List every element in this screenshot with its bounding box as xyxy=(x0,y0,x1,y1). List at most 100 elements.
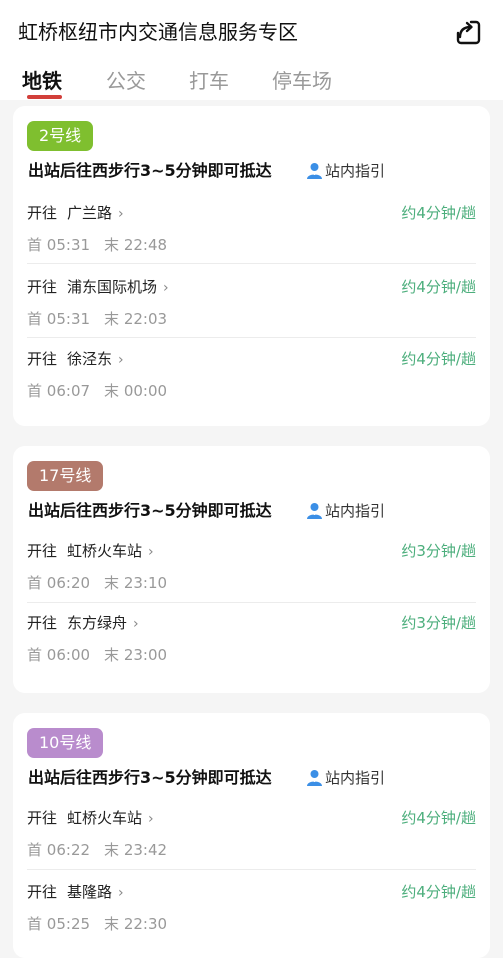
direction-prefix: 开往 xyxy=(27,809,58,827)
destination-name: 虹桥火车站 xyxy=(67,809,143,827)
first-train-label: 首 xyxy=(27,646,43,664)
last-train-label: 末 xyxy=(104,646,120,664)
destination-name: 虹桥火车站 xyxy=(67,542,143,560)
chevron-right-icon: › xyxy=(148,811,154,827)
last-train-time: 23:42 xyxy=(123,841,168,859)
first-train-time: 05:31 xyxy=(46,310,91,328)
row-divider xyxy=(27,263,476,264)
destination-link[interactable]: 开往 浦东国际机场 › xyxy=(27,276,169,299)
frequency-text: 约4分钟/趟 xyxy=(401,350,476,368)
last-train-time: 23:00 xyxy=(123,646,168,664)
service-hours: 首 05:31 末 22:03 xyxy=(27,308,167,330)
person-location-icon xyxy=(307,163,322,179)
destination-name: 基隆路 xyxy=(67,883,113,901)
last-train-label: 末 xyxy=(104,841,120,859)
last-train-time: 00:00 xyxy=(123,382,168,400)
share-icon[interactable] xyxy=(455,19,481,45)
station-guide-link[interactable]: 站内指引 xyxy=(305,159,385,183)
first-train-time: 05:25 xyxy=(46,915,91,933)
train-row: 开往 徐泾东 › 约4分钟/趟 首 06:07 末 00:00 xyxy=(13,348,490,420)
first-train-label: 首 xyxy=(27,574,43,592)
page-title: 虹桥枢纽市内交通信息服务专区 xyxy=(18,20,298,44)
chevron-right-icon: › xyxy=(133,616,139,632)
tab-bar: 地铁 公交 打车 停车场 xyxy=(0,66,503,100)
chevron-right-icon: › xyxy=(148,544,154,560)
frequency-text: 约3分钟/趟 xyxy=(401,614,476,632)
station-guide-link[interactable]: 站内指引 xyxy=(305,766,385,790)
first-train-time: 06:22 xyxy=(46,841,91,859)
line-badge: 17号线 xyxy=(27,461,104,491)
frequency-text: 约4分钟/趟 xyxy=(401,278,476,296)
last-train-label: 末 xyxy=(104,915,120,933)
direction-prefix: 开往 xyxy=(27,350,58,368)
tab-taxi[interactable]: 打车 xyxy=(189,66,229,96)
first-train-label: 首 xyxy=(27,310,43,328)
line-badge: 10号线 xyxy=(27,728,104,758)
last-train-label: 末 xyxy=(104,236,120,254)
first-train-label: 首 xyxy=(27,382,43,400)
station-guide-label: 站内指引 xyxy=(325,502,386,520)
destination-link[interactable]: 开往 基隆路 › xyxy=(27,881,124,904)
person-location-icon xyxy=(307,503,322,519)
last-train-time: 23:10 xyxy=(123,574,168,592)
tab-subway[interactable]: 地铁 xyxy=(22,66,62,96)
service-hours: 首 06:00 末 23:00 xyxy=(27,644,167,666)
chevron-right-icon: › xyxy=(163,280,169,296)
metro-line-card-17: 17号线 出站后往西步行3~5分钟即可抵达 站内指引 开往 虹桥火车站 › 约3分钟… xyxy=(13,446,490,693)
destination-link[interactable]: 开往 东方绿舟 › xyxy=(27,612,139,635)
metro-line-card-2: 2号线 出站后往西步行3~5分钟即可抵达 站内指引 开往 广兰路 › 约4分钟/趟 … xyxy=(13,106,490,426)
chevron-right-icon: › xyxy=(118,352,124,368)
destination-name: 东方绿舟 xyxy=(67,614,128,632)
destination-link[interactable]: 开往 广兰路 › xyxy=(27,202,124,225)
destination-link[interactable]: 开往 徐泾东 › xyxy=(27,348,124,371)
train-row: 开往 基隆路 › 约4分钟/趟 首 05:25 末 22:30 xyxy=(13,881,490,953)
first-train-label: 首 xyxy=(27,236,43,254)
destination-name: 徐泾东 xyxy=(67,350,113,368)
train-row: 开往 东方绿舟 › 约3分钟/趟 首 06:00 末 23:00 xyxy=(13,612,490,684)
destination-link[interactable]: 开往 虹桥火车站 › xyxy=(27,540,154,563)
tab-parking[interactable]: 停车场 xyxy=(272,66,332,96)
line-badge: 2号线 xyxy=(27,121,94,151)
direction-prefix: 开往 xyxy=(27,614,58,632)
last-train-time: 22:30 xyxy=(123,915,168,933)
service-hours: 首 06:22 末 23:42 xyxy=(27,839,167,861)
station-guide-label: 站内指引 xyxy=(325,769,386,787)
chevron-right-icon: › xyxy=(118,885,124,901)
row-divider xyxy=(27,869,476,870)
active-tab-indicator xyxy=(27,95,62,99)
chevron-right-icon: › xyxy=(118,206,124,222)
first-train-time: 06:00 xyxy=(46,646,91,664)
last-train-label: 末 xyxy=(104,382,120,400)
direction-prefix: 开往 xyxy=(27,883,58,901)
direction-prefix: 开往 xyxy=(27,542,58,560)
last-train-time: 22:48 xyxy=(123,236,168,254)
metro-line-card-10: 10号线 出站后往西步行3~5分钟即可抵达 站内指引 开往 虹桥火车站 › 约4分钟… xyxy=(13,713,490,958)
last-train-label: 末 xyxy=(104,310,120,328)
direction-prefix: 开往 xyxy=(27,278,58,296)
station-guide-label: 站内指引 xyxy=(325,162,386,180)
service-hours: 首 05:31 末 22:48 xyxy=(27,234,167,256)
service-hours: 首 06:07 末 00:00 xyxy=(27,380,167,402)
row-divider xyxy=(27,602,476,603)
row-divider xyxy=(27,337,476,338)
first-train-label: 首 xyxy=(27,841,43,859)
first-train-label: 首 xyxy=(27,915,43,933)
tab-bus[interactable]: 公交 xyxy=(106,66,146,96)
direction-prefix: 开往 xyxy=(27,204,58,222)
exit-directions: 出站后往西步行3~5分钟即可抵达 xyxy=(28,501,272,520)
first-train-time: 05:31 xyxy=(46,236,91,254)
exit-directions: 出站后往西步行3~5分钟即可抵达 xyxy=(28,161,272,180)
first-train-time: 06:07 xyxy=(46,382,91,400)
service-hours: 首 06:20 末 23:10 xyxy=(27,572,167,594)
frequency-text: 约3分钟/趟 xyxy=(401,542,476,560)
station-guide-link[interactable]: 站内指引 xyxy=(305,499,385,523)
person-location-icon xyxy=(307,770,322,786)
frequency-text: 约4分钟/趟 xyxy=(401,204,476,222)
destination-link[interactable]: 开往 虹桥火车站 › xyxy=(27,807,154,830)
destination-name: 浦东国际机场 xyxy=(67,278,158,296)
frequency-text: 约4分钟/趟 xyxy=(401,883,476,901)
app-header: 虹桥枢纽市内交通信息服务专区 地铁 公交 打车 停车场 xyxy=(0,0,503,100)
first-train-time: 06:20 xyxy=(46,574,91,592)
frequency-text: 约4分钟/趟 xyxy=(401,809,476,827)
service-hours: 首 05:25 末 22:30 xyxy=(27,913,167,935)
